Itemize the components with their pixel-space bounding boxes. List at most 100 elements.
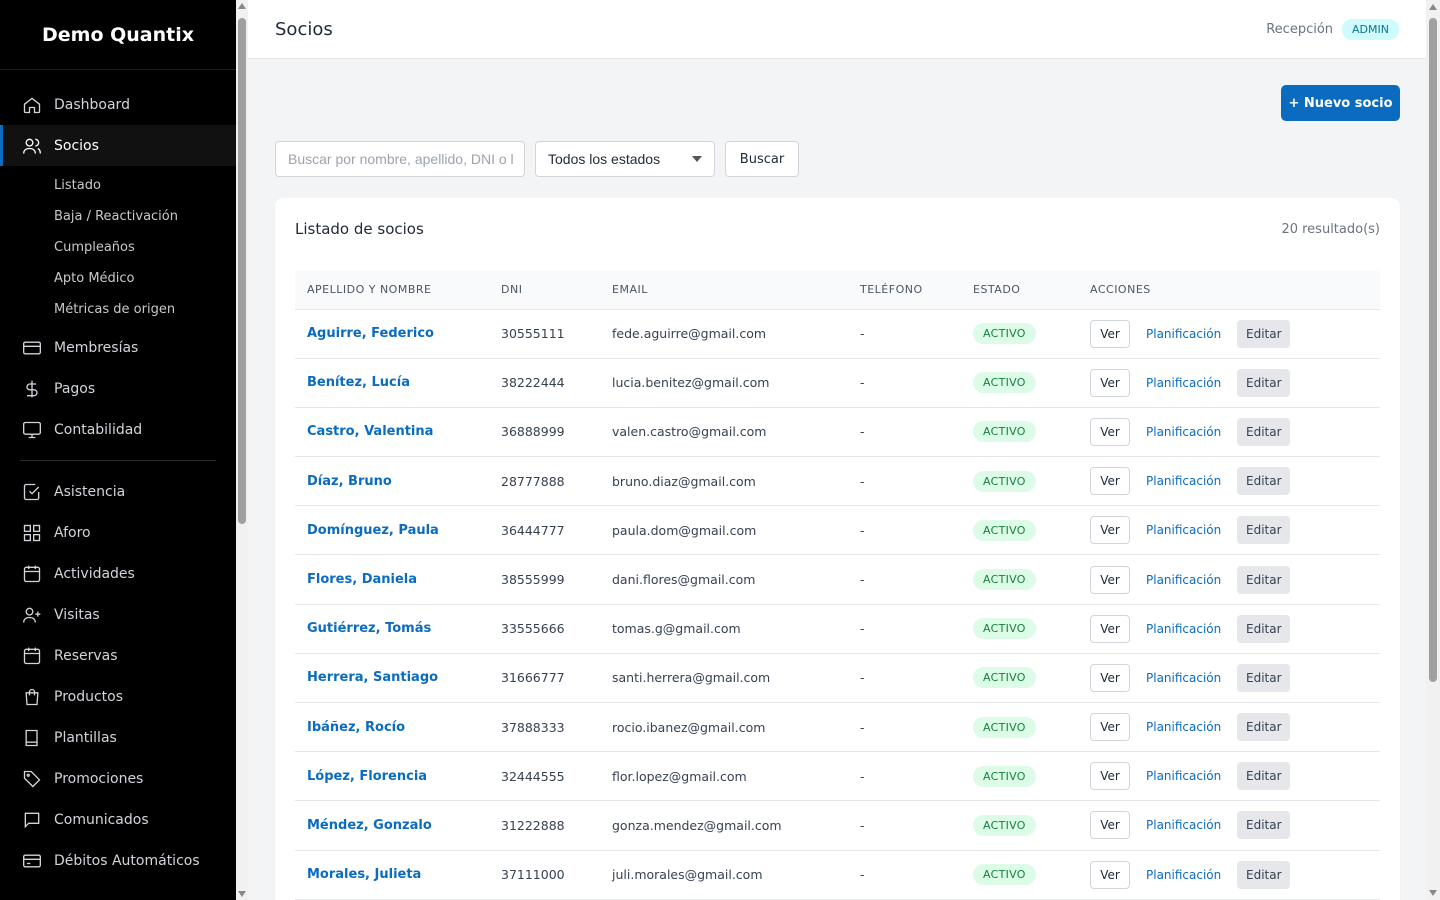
page-scrollbar[interactable] [1426,0,1440,900]
edit-button[interactable]: Editar [1237,417,1291,446]
edit-button[interactable]: Editar [1237,811,1291,840]
column-header[interactable]: APELLIDO Y NOMBRE [295,271,489,310]
status-select[interactable]: Todos los estados [535,141,715,177]
sidebar-item-asistencia[interactable]: Asistencia [0,471,236,512]
subnav-item-baja-reactivacion[interactable]: Baja / Reactivación [0,201,236,232]
scrollbar-thumb[interactable] [238,18,246,524]
subnav-item-listado[interactable]: Listado [0,170,236,201]
member-email: paula.dom@gmail.com [600,505,848,556]
planning-link[interactable]: Planificación [1146,671,1221,685]
sidebar-item-label: Pagos [54,380,96,397]
subnav-item-cumpleanos[interactable]: Cumpleaños [0,232,236,263]
edit-button[interactable]: Editar [1237,762,1291,791]
sidebar-item-comunicados[interactable]: Comunicados [0,799,236,840]
sidebar-item-membresias[interactable]: Membresías [0,327,236,368]
sidebar-scrollbar[interactable] [236,0,248,900]
planning-link[interactable]: Planificación [1146,474,1221,488]
row-actions: Ver Planificación Editar [1090,860,1380,889]
view-button[interactable]: Ver [1090,319,1130,348]
member-name-link[interactable]: Benítez, Lucía [295,358,489,408]
sidebar-item-actividades[interactable]: Actividades [0,553,236,594]
sidebar-item-visitas[interactable]: Visitas [0,594,236,635]
scroll-down-icon[interactable] [1429,890,1437,896]
member-name-link[interactable]: Morales, Julieta [295,850,489,900]
member-name-link[interactable]: Herrera, Santiago [295,653,489,704]
sidebar-item-reservas[interactable]: Reservas [0,635,236,676]
search-button[interactable]: Buscar [725,141,799,177]
view-button[interactable]: Ver [1090,860,1130,889]
edit-button[interactable]: Editar [1237,368,1291,397]
sidebar-item-label: Actividades [54,565,135,582]
column-header[interactable]: EMAIL [600,271,848,310]
planning-link[interactable]: Planificación [1146,523,1221,537]
planning-link[interactable]: Planificación [1146,327,1221,341]
new-member-button[interactable]: + Nuevo socio [1281,85,1400,121]
row-actions: Ver Planificación Editar [1090,811,1380,840]
sidebar-divider [20,460,216,461]
scroll-up-icon[interactable] [238,3,246,9]
member-name-link[interactable]: Gutiérrez, Tomás [295,604,489,654]
planning-link[interactable]: Planificación [1146,868,1221,882]
planning-link[interactable]: Planificación [1146,425,1221,439]
view-button[interactable]: Ver [1090,516,1130,545]
row-actions: Ver Planificación Editar [1090,565,1380,594]
sidebar-item-socios[interactable]: Socios [0,125,236,166]
edit-button[interactable]: Editar [1237,860,1291,889]
edit-button[interactable]: Editar [1237,565,1291,594]
sidebar-item-productos[interactable]: Productos [0,676,236,717]
edit-button[interactable]: Editar [1237,614,1291,643]
edit-button[interactable]: Editar [1237,713,1291,742]
scroll-down-icon[interactable] [238,891,246,897]
brand-logo[interactable]: Demo Quantix [0,0,236,70]
sidebar-item-debitos[interactable]: Débitos Automáticos [0,840,236,881]
member-name-link[interactable]: Aguirre, Federico [295,309,489,359]
member-name-link[interactable]: Díaz, Bruno [295,456,489,507]
member-name-link[interactable]: López, Florencia [295,751,489,802]
column-header[interactable]: ESTADO [961,271,1078,310]
member-name-link[interactable]: Domínguez, Paula [295,505,489,556]
member-phone: - [848,800,961,851]
view-button[interactable]: Ver [1090,467,1130,496]
view-button[interactable]: Ver [1090,713,1130,742]
sidebar-item-promociones[interactable]: Promociones [0,758,236,799]
planning-link[interactable]: Planificación [1146,622,1221,636]
member-email: gonza.mendez@gmail.com [600,800,848,851]
member-dni: 33555666 [489,604,600,654]
sidebar-item-aforo[interactable]: Aforo [0,512,236,553]
view-button[interactable]: Ver [1090,614,1130,643]
sidebar-item-dashboard[interactable]: Dashboard [0,84,236,125]
planning-link[interactable]: Planificación [1146,376,1221,390]
scrollbar-thumb[interactable] [1429,18,1437,682]
member-name-link[interactable]: Méndez, Gonzalo [295,800,489,851]
column-header[interactable]: TELÉFONO [848,271,961,310]
subnav-item-metricas-origen[interactable]: Métricas de origen [0,294,236,325]
edit-button[interactable]: Editar [1237,467,1291,496]
sidebar-item-pagos[interactable]: Pagos [0,368,236,409]
view-button[interactable]: Ver [1090,762,1130,791]
member-phone: - [848,358,961,408]
subnav-item-apto-medico[interactable]: Apto Médico [0,263,236,294]
member-dni: 37888333 [489,702,600,753]
view-button[interactable]: Ver [1090,368,1130,397]
member-name-link[interactable]: Ibáñez, Rocío [295,702,489,753]
edit-button[interactable]: Editar [1237,663,1291,692]
sidebar-item-contabilidad[interactable]: Contabilidad [0,409,236,450]
edit-button[interactable]: Editar [1237,319,1291,348]
edit-button[interactable]: Editar [1237,516,1291,545]
view-button[interactable]: Ver [1090,417,1130,446]
view-button[interactable]: Ver [1090,565,1130,594]
member-name-link[interactable]: Castro, Valentina [295,407,489,458]
view-button[interactable]: Ver [1090,811,1130,840]
planning-link[interactable]: Planificación [1146,769,1221,783]
sidebar-item-plantillas[interactable]: Plantillas [0,717,236,758]
column-header[interactable]: DNI [489,271,600,310]
planning-link[interactable]: Planificación [1146,818,1221,832]
view-button[interactable]: Ver [1090,663,1130,692]
scroll-up-icon[interactable] [1429,4,1437,10]
planning-link[interactable]: Planificación [1146,573,1221,587]
status-badge: ACTIVO [973,372,1036,394]
planning-link[interactable]: Planificación [1146,720,1221,734]
member-dni: 36888999 [489,407,600,458]
search-input[interactable]: Buscar por nombre, apellido, DNI o l [275,141,525,177]
member-name-link[interactable]: Flores, Daniela [295,554,489,605]
